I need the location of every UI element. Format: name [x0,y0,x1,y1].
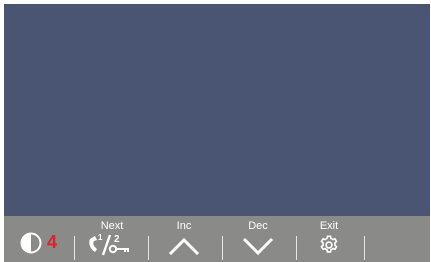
toolbar: 4 Next 1 2 Inc Dec Exit [4,216,430,262]
contrast-button[interactable]: 4 [12,216,72,262]
inc-label: Inc [176,220,192,232]
device-frame: 4 Next 1 2 Inc Dec Exit [0,0,431,262]
exit-button[interactable]: Exit [298,216,362,262]
chevron-up-icon [168,236,200,256]
next-icon-digit-1: 1 [98,233,103,242]
separator [74,236,75,260]
exit-label: Exit [319,220,339,232]
separator [364,236,365,260]
chevron-down-icon [242,236,274,256]
separator [296,236,297,260]
separator [148,236,149,260]
gear-icon [318,234,340,256]
contrast-icon [20,232,42,254]
next-icon-digit-2: 2 [114,234,120,245]
dec-button[interactable]: Dec [224,216,294,262]
dec-label: Dec [248,220,268,232]
next-button[interactable]: Next 1 2 [76,216,146,262]
video-screen [4,4,430,216]
contrast-value: 4 [47,232,58,252]
inc-button[interactable]: Inc [150,216,220,262]
separator [222,236,223,260]
call-transfer-icon: 1 2 [86,231,132,257]
